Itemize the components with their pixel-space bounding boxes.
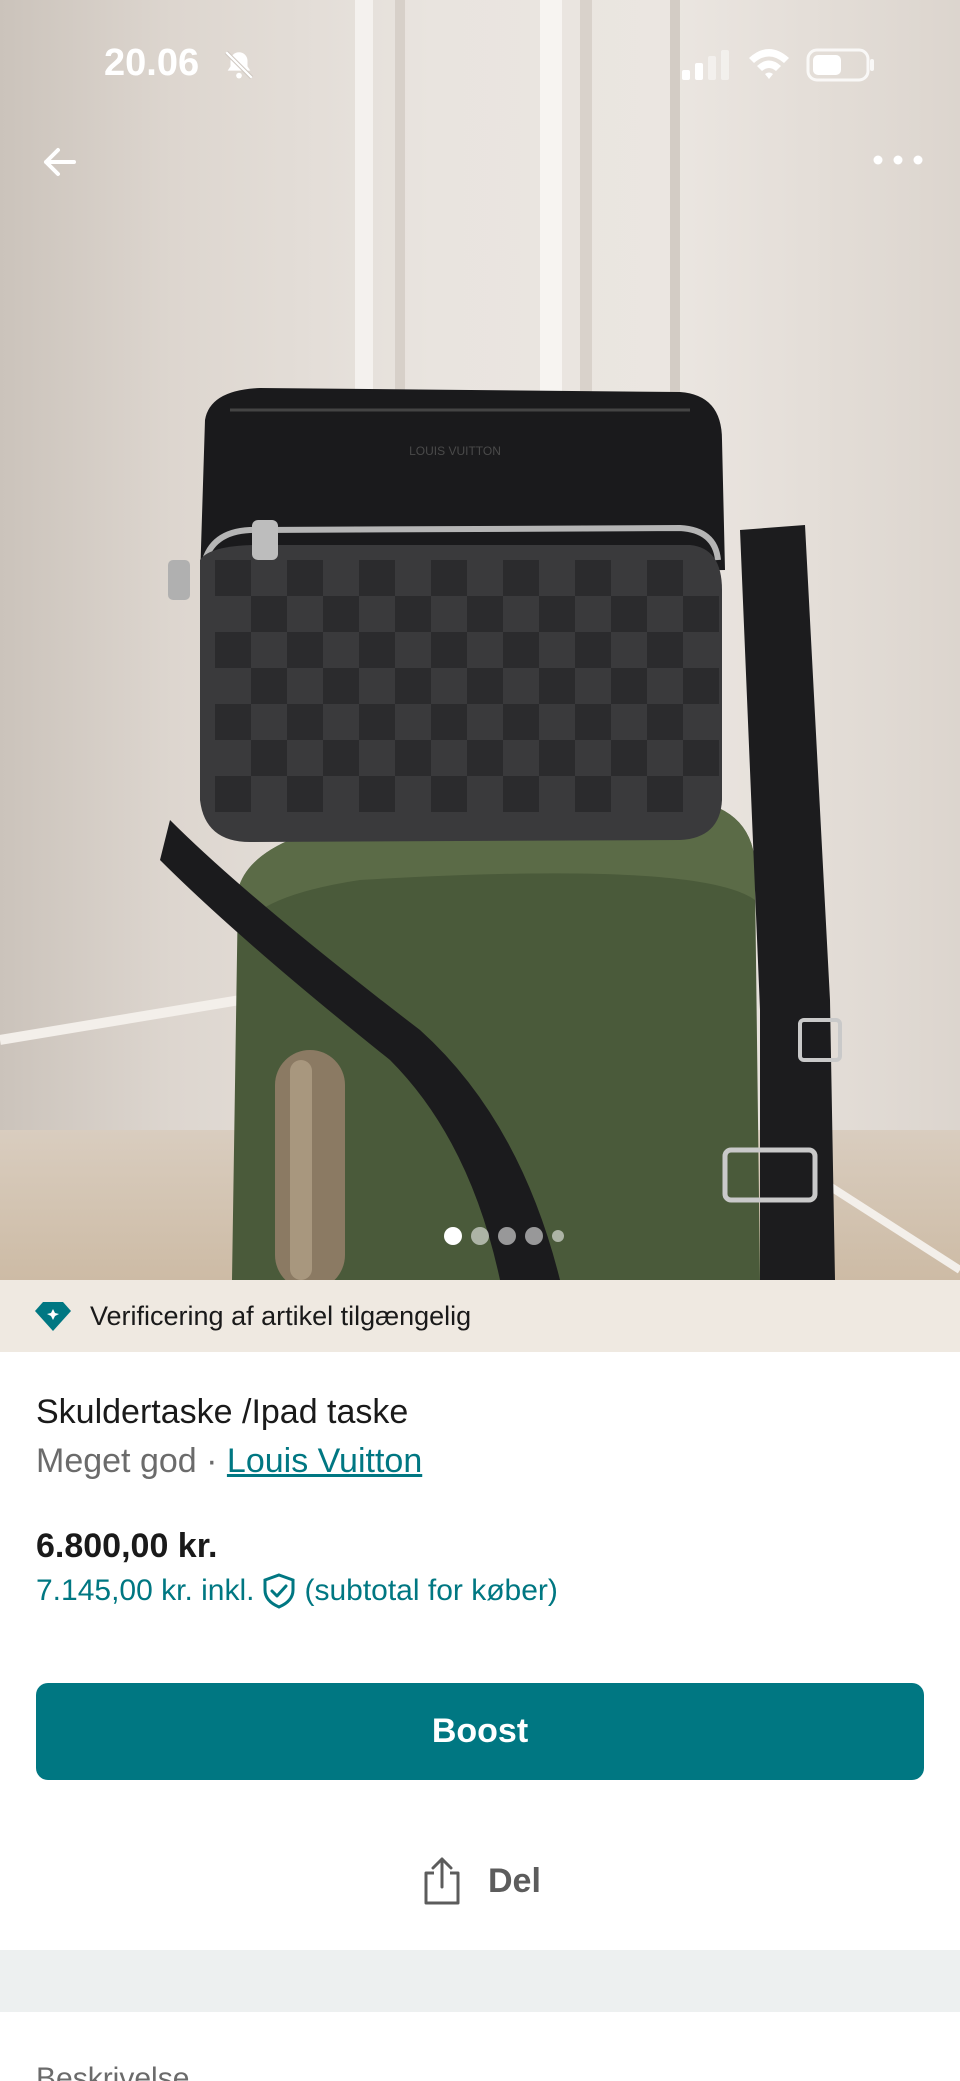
pagination-dot[interactable]	[552, 1230, 564, 1242]
product-image[interactable]: LOUIS VUITTON	[0, 0, 960, 1280]
meta-separator: ·	[206, 1442, 218, 1480]
boost-button[interactable]: Boost	[36, 1683, 924, 1780]
item-meta: Meget god · Louis Vuitton	[36, 1442, 422, 1481]
pagination-dot[interactable]	[525, 1227, 543, 1245]
item-condition: Meget god	[36, 1442, 197, 1480]
product-photo-illustration: LOUIS VUITTON	[0, 0, 960, 1280]
description-heading: Beskrivelse	[36, 2062, 190, 2081]
svg-text:LOUIS VUITTON: LOUIS VUITTON	[409, 444, 501, 458]
price-incl-text: 7.145,00 kr. inkl.	[36, 1574, 255, 1607]
more-horizontal-icon[interactable]	[866, 140, 930, 180]
item-title: Skuldertaske /Ipad taske	[36, 1393, 409, 1431]
status-bar: 20.06	[0, 0, 960, 130]
shield-check-icon	[263, 1573, 295, 1609]
section-divider	[0, 1950, 960, 2012]
image-pagination[interactable]	[444, 1226, 564, 1246]
share-button[interactable]: Del	[420, 1855, 541, 1907]
share-icon	[424, 1857, 460, 1905]
pagination-dot-active[interactable]	[444, 1227, 462, 1245]
price-incl-suffix: (subtotal for køber)	[304, 1574, 558, 1607]
pagination-dot[interactable]	[471, 1227, 489, 1245]
wifi-icon	[749, 49, 789, 79]
item-price: 6.800,00 kr.	[36, 1527, 218, 1565]
verification-banner[interactable]: Verificering af artikel tilgængelig	[0, 1280, 960, 1352]
brand-link[interactable]: Louis Vuitton	[227, 1442, 422, 1480]
battery-icon	[806, 48, 874, 82]
buyer-protection-price[interactable]: 7.145,00 kr. inkl. (subtotal for køber)	[36, 1573, 558, 1609]
diamond-badge-icon	[35, 1302, 71, 1331]
verification-text: Verificering af artikel tilgængelig	[90, 1300, 472, 1331]
cellular-signal-icon	[682, 50, 729, 80]
pagination-dot[interactable]	[498, 1227, 516, 1245]
status-time: 20.06	[104, 42, 200, 84]
share-label: Del	[488, 1861, 541, 1900]
bell-off-icon	[224, 50, 254, 80]
arrow-left-icon[interactable]	[32, 132, 92, 192]
